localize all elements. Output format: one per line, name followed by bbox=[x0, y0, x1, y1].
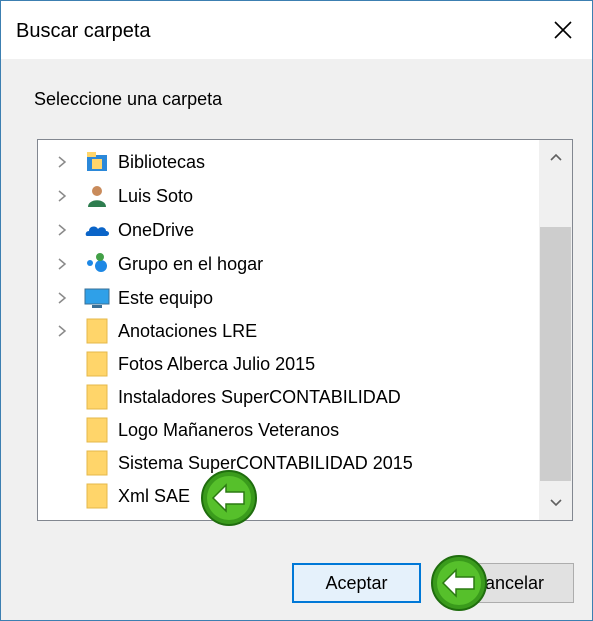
onedrive-icon bbox=[85, 226, 109, 236]
tree-item-folder[interactable]: Sistema SuperCONTABILIDAD 2015 bbox=[38, 447, 538, 480]
tree-item-label: Grupo en el hogar bbox=[118, 254, 264, 274]
folder-icon bbox=[86, 351, 108, 377]
chevron-down-icon bbox=[549, 499, 562, 507]
chevron-right-icon[interactable] bbox=[55, 189, 69, 203]
tree-item-folder[interactable]: Fotos Alberca Julio 2015 bbox=[38, 348, 538, 381]
chevron-right-icon[interactable] bbox=[55, 223, 69, 237]
tree-item-label: Fotos Alberca Julio 2015 bbox=[118, 354, 316, 374]
tree-item-homegroup[interactable]: Grupo en el hogar bbox=[38, 248, 538, 281]
ok-button[interactable]: Aceptar bbox=[292, 563, 421, 603]
tree-item-label: Este equipo bbox=[118, 288, 214, 308]
vertical-scrollbar[interactable] bbox=[539, 140, 572, 520]
folder-tree[interactable]: Bibliotecas Luis Soto OneDrive Grupo en … bbox=[37, 139, 573, 521]
tree-item-label: Anotaciones LRE bbox=[118, 321, 258, 341]
folder-icon bbox=[86, 417, 108, 443]
title-bar: Buscar carpeta bbox=[1, 1, 592, 59]
scroll-up-button[interactable] bbox=[539, 140, 572, 174]
tree-item-label: OneDrive bbox=[118, 220, 195, 240]
tree-item-label: Logo Mañaneros Veteranos bbox=[118, 420, 340, 440]
folder-icon bbox=[86, 450, 108, 476]
tree-item-onedrive[interactable]: OneDrive bbox=[38, 214, 538, 247]
tree-item-libraries[interactable]: Bibliotecas bbox=[38, 146, 538, 179]
tree-item-user[interactable]: Luis Soto bbox=[38, 180, 538, 213]
browse-folder-dialog: Buscar carpeta Seleccione una carpeta Bi… bbox=[0, 0, 593, 621]
tree-item-folder[interactable]: Xml SAE bbox=[38, 480, 538, 513]
back-arrow-overlay-icon bbox=[431, 555, 487, 611]
folder-icon bbox=[86, 384, 108, 410]
tree-item-folder[interactable]: Instaladores SuperCONTABILIDAD bbox=[38, 381, 538, 414]
chevron-right-icon[interactable] bbox=[55, 155, 69, 169]
tree-item-label: Sistema SuperCONTABILIDAD 2015 bbox=[118, 453, 413, 473]
chevron-right-icon[interactable] bbox=[55, 324, 69, 338]
folder-icon bbox=[86, 483, 108, 509]
tree-item-label: Luis Soto bbox=[118, 186, 194, 206]
tree-item-label: Bibliotecas bbox=[118, 152, 206, 172]
chevron-right-icon[interactable] bbox=[55, 257, 69, 271]
close-button[interactable] bbox=[534, 1, 592, 59]
user-icon bbox=[88, 186, 106, 207]
tree-item-label: Instaladores SuperCONTABILIDAD bbox=[118, 387, 401, 407]
scrollbar-thumb[interactable] bbox=[540, 227, 571, 481]
tree-item-folder[interactable]: Anotaciones LRE bbox=[38, 315, 538, 348]
chevron-up-icon bbox=[549, 153, 562, 161]
tree-item-folder[interactable]: Logo Mañaneros Veteranos bbox=[38, 414, 538, 447]
homegroup-icon bbox=[87, 253, 107, 272]
close-icon bbox=[554, 21, 572, 39]
instruction-text: Seleccione una carpeta bbox=[34, 89, 223, 109]
chevron-right-icon[interactable] bbox=[55, 291, 69, 305]
computer-icon bbox=[84, 288, 110, 308]
scroll-down-button[interactable] bbox=[539, 486, 572, 520]
back-arrow-overlay-icon bbox=[201, 470, 257, 526]
libraries-icon bbox=[87, 152, 107, 171]
folder-icon bbox=[86, 318, 108, 344]
dialog-title: Buscar carpeta bbox=[16, 20, 151, 42]
tree-item-label: Xml SAE bbox=[118, 486, 191, 506]
tree-item-this-pc[interactable]: Este equipo bbox=[38, 282, 538, 315]
